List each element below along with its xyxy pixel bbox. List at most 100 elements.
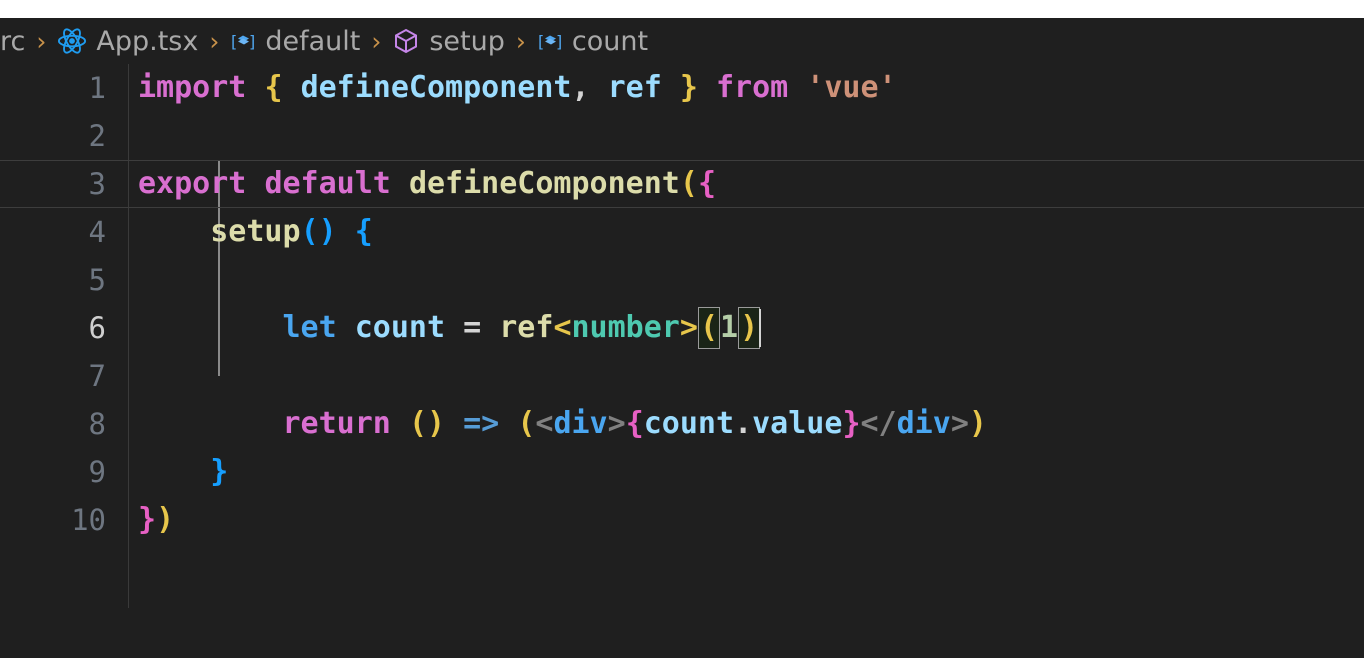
- token-dot: .: [734, 406, 753, 441]
- code-line[interactable]: 3 export default defineComponent({: [0, 160, 1364, 208]
- token-parens: (): [408, 406, 446, 441]
- token-return: return: [282, 406, 391, 441]
- token-default: default: [264, 166, 391, 201]
- code-line[interactable]: 4 setup() {: [0, 208, 1364, 256]
- token-expr-brace-open: {: [625, 406, 644, 441]
- token-tag-gt: >: [607, 406, 626, 441]
- line-content: [128, 256, 138, 304]
- breadcrumb-label-count: count: [571, 25, 649, 57]
- token-ref-call: ref: [499, 310, 554, 345]
- editor-window: rc › App.tsx › [] default › setup › []…: [0, 0, 1364, 658]
- token-number-literal: 1: [720, 310, 739, 345]
- token-count: count: [643, 406, 735, 441]
- breadcrumb-label-file: App.tsx: [96, 25, 199, 57]
- token-brace-open: {: [264, 70, 283, 105]
- token-close-tag-lt: </: [860, 406, 897, 441]
- code-surface[interactable]: 1 import { defineComponent, ref } from '…: [0, 64, 1364, 658]
- token-defineComponent-call: defineComponent: [408, 166, 680, 201]
- breadcrumb-item-setup[interactable]: setup: [392, 26, 505, 57]
- breadcrumb-label-folder: rc: [0, 25, 26, 57]
- token-paren-close: ): [968, 406, 987, 441]
- token-equals: =: [463, 310, 482, 345]
- token-paren-open: (: [679, 166, 698, 201]
- token-arrow: =>: [463, 406, 500, 441]
- token-brace-open: {: [354, 214, 373, 249]
- svg-text:]: ]: [556, 32, 562, 51]
- code-line[interactable]: 9 }: [0, 448, 1364, 496]
- token-type-number: number: [571, 310, 680, 345]
- line-content: setup() {: [128, 208, 373, 256]
- code-editor: rc › App.tsx › [] default › setup › []…: [0, 18, 1364, 658]
- token-lt: <: [553, 310, 572, 345]
- bracket-match-open: (: [697, 307, 720, 349]
- line-content: let count = ref < number >(1): [128, 304, 762, 352]
- line-content: [128, 352, 138, 400]
- token-brace-close: }: [138, 502, 157, 537]
- code-line[interactable]: 2: [0, 112, 1364, 160]
- cube-icon: [392, 27, 420, 55]
- code-line[interactable]: 8 return () => (< div >{count. value} </div >…: [0, 400, 1364, 448]
- at-symbol-icon: [ ]: [230, 30, 256, 52]
- token-expr-brace-close: }: [842, 406, 861, 441]
- token-let: let: [282, 310, 337, 345]
- code-line-active[interactable]: 6 let count = ref < number >(1): [0, 304, 1364, 352]
- line-number: 5: [88, 263, 106, 297]
- token-defineComponent: defineComponent: [300, 70, 572, 105]
- token-brace-open: {: [697, 166, 716, 201]
- token-value: value: [752, 406, 843, 441]
- token-setup: setup: [210, 214, 301, 249]
- line-number: 10: [71, 503, 106, 537]
- line-content: }): [128, 496, 174, 544]
- token-module: 'vue': [806, 70, 897, 105]
- line-number: 1: [88, 71, 106, 105]
- breadcrumb-separator: ›: [209, 26, 220, 56]
- code-line[interactable]: 10 }): [0, 496, 1364, 544]
- line-number: 2: [88, 119, 106, 153]
- line-content: export default defineComponent({: [128, 160, 716, 208]
- token-close-tag-div: div: [896, 406, 951, 441]
- token-brace-close: }: [679, 70, 698, 105]
- breadcrumb-separator: ›: [36, 26, 47, 56]
- token-paren-open: (: [517, 406, 536, 441]
- breadcrumb-label-setup: setup: [429, 25, 505, 57]
- line-content: }: [128, 448, 228, 496]
- breadcrumb-item-file[interactable]: App.tsx: [57, 26, 198, 57]
- line-number: 9: [88, 455, 106, 489]
- svg-text:]: ]: [249, 32, 255, 51]
- line-content: [128, 112, 138, 160]
- text-cursor: [759, 309, 762, 347]
- breadcrumb[interactable]: rc › App.tsx › [] default › setup › []…: [0, 18, 1364, 64]
- breadcrumb-label-default: default: [265, 25, 361, 57]
- token-tag-lt: <: [535, 406, 554, 441]
- bracket-match-close: ): [738, 307, 761, 349]
- svg-text:[: [: [538, 32, 544, 51]
- token-paren-close: ): [156, 502, 175, 537]
- line-content: return () => (< div >{count. value} </div >): [128, 400, 987, 448]
- breadcrumb-separator: ›: [371, 26, 382, 56]
- token-gt: >: [679, 310, 698, 345]
- token-export: export: [138, 166, 247, 201]
- token-from: from: [716, 70, 789, 105]
- token-comma: ,: [571, 70, 590, 105]
- code-line[interactable]: 7: [0, 352, 1364, 400]
- token-close-tag-gt: >: [950, 406, 969, 441]
- line-number: 7: [88, 359, 106, 393]
- line-number: 6: [88, 311, 106, 345]
- react-icon: [57, 26, 87, 56]
- breadcrumb-item-folder[interactable]: rc: [0, 26, 25, 57]
- breadcrumb-item-default[interactable]: [ ] default: [230, 26, 360, 57]
- at-symbol-icon: [ ]: [537, 30, 563, 52]
- line-number: 4: [88, 215, 106, 249]
- token-tag-div: div: [553, 406, 608, 441]
- token-ref: ref: [607, 70, 662, 105]
- line-number: 3: [88, 167, 106, 201]
- breadcrumb-separator: ›: [515, 26, 526, 56]
- breadcrumb-item-count[interactable]: [ ] count: [537, 26, 648, 57]
- code-line[interactable]: 5: [0, 256, 1364, 304]
- code-line[interactable]: 1 import { defineComponent, ref } from '…: [0, 64, 1364, 112]
- token-import: import: [138, 70, 247, 105]
- token-count: count: [354, 310, 446, 345]
- token-brace-close: }: [210, 454, 229, 489]
- line-content: import { defineComponent, ref } from 'vu…: [128, 64, 897, 112]
- window-top-strip: [0, 0, 1364, 18]
